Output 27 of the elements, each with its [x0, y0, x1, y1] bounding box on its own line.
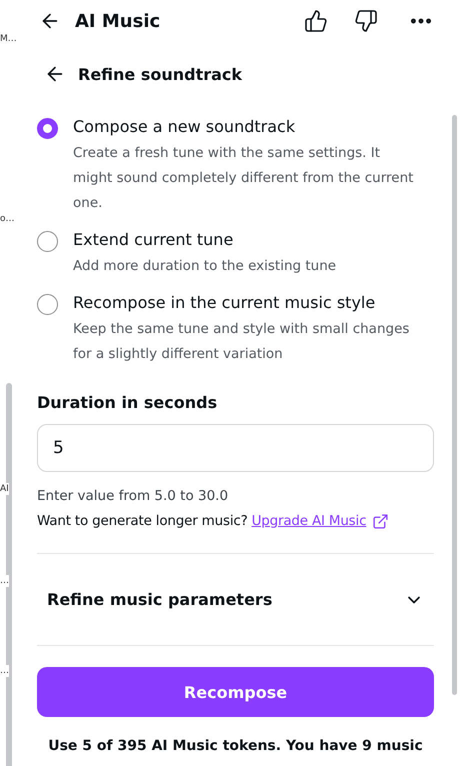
scrollbar[interactable] — [6, 383, 12, 766]
accordion-header[interactable]: Refine music parameters — [37, 554, 434, 645]
cut-off-text: … — [0, 665, 9, 677]
thumbs-down-icon[interactable] — [354, 9, 378, 33]
field-label: Duration in seconds — [37, 393, 218, 412]
token-note: Use 5 of 395 AI Music tokens. You have 9 music — [47, 738, 424, 754]
option-label: Extend current tune — [73, 229, 234, 251]
external-link-icon[interactable] — [372, 512, 390, 530]
option-description: Add more duration to the existing tune — [73, 257, 338, 276]
upgrade-text: Want to generate longer music? — [37, 512, 248, 531]
hint-text: Enter value from 5.0 to 30.0 — [37, 487, 230, 506]
upgrade-link[interactable]: Upgrade AI Music — [252, 511, 366, 531]
cut-off-text: … — [0, 575, 9, 587]
panel-title: AI Music — [75, 10, 162, 32]
thumbs-up-icon[interactable] — [304, 9, 328, 33]
input-field[interactable]: 5 — [37, 424, 434, 472]
option-label: Compose a new soundtrack — [73, 116, 296, 138]
radio-button[interactable] — [37, 231, 58, 252]
option-description: Keep the same tune and style with small changes for a slightly different variation — [73, 320, 410, 364]
option-label: Recompose in the current music style — [73, 292, 376, 314]
scrollbar[interactable] — [452, 115, 457, 695]
radio-button[interactable] — [37, 118, 58, 139]
recompose-button[interactable]: Recompose — [37, 667, 434, 717]
section-title: Refine soundtrack — [78, 64, 242, 84]
option-description: Create a fresh tune with the same settings. It might sound completely different from the current one. — [73, 144, 414, 213]
radio-button[interactable] — [37, 294, 58, 315]
cut-off-text: AI — [0, 483, 9, 495]
